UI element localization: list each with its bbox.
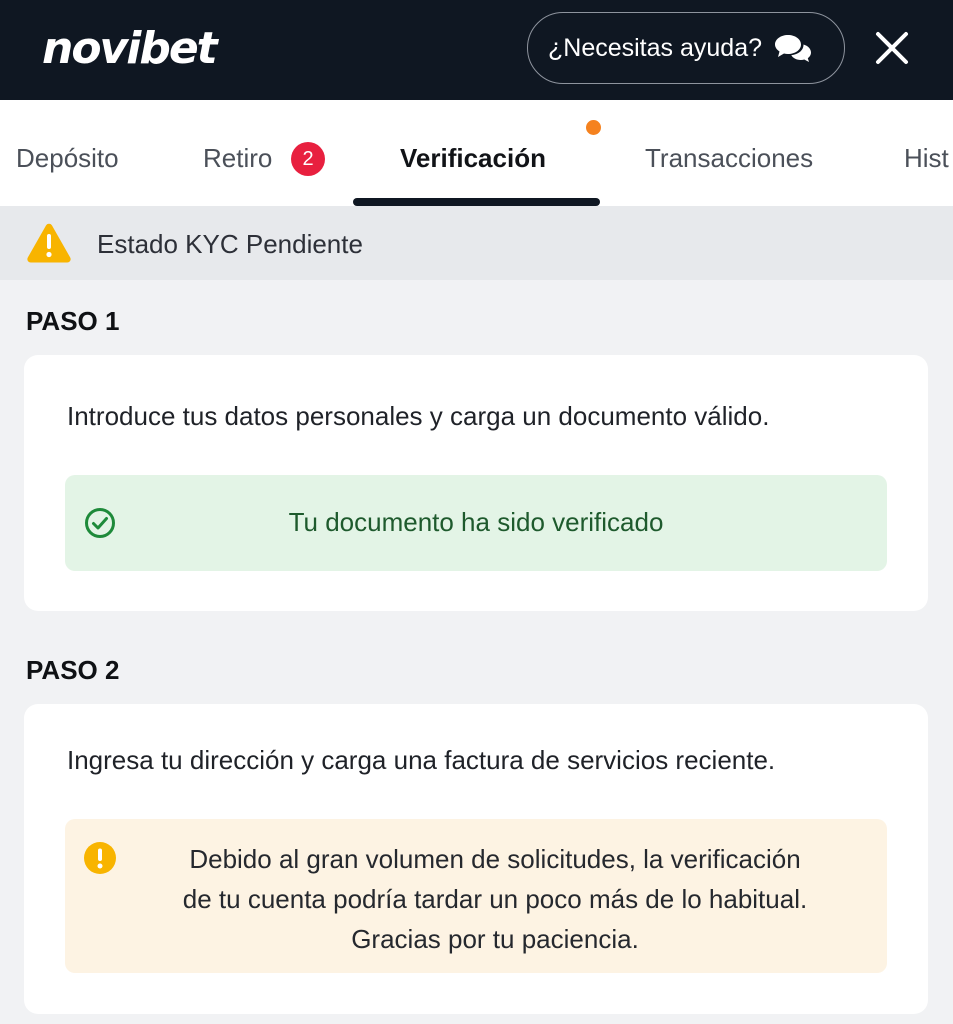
- retiro-count-badge: 2: [291, 142, 325, 176]
- warning-icon: [26, 222, 72, 269]
- step-1-card: Introduce tus datos personales y carga u…: [24, 355, 928, 611]
- document-verified-text: Tu documento ha sido verificado: [288, 507, 664, 537]
- help-button[interactable]: ¿Necesitas ayuda?: [527, 12, 845, 84]
- delay-notice-banner: Debido al gran volumen de solicitudes, l…: [65, 819, 887, 973]
- close-button[interactable]: [870, 26, 914, 70]
- kyc-status-bar: Estado KYC Pendiente: [0, 206, 953, 280]
- chat-bubbles-icon: [774, 33, 812, 63]
- tab-bar: Depósito Retiro 2 Verificación Transacci…: [0, 100, 953, 206]
- notice-line: Debido al gran volumen de solicitudes, l…: [189, 844, 801, 874]
- step-1-description: Introduce tus datos personales y carga u…: [67, 401, 770, 431]
- tab-deposito[interactable]: Depósito: [16, 140, 119, 176]
- kyc-status-text: Estado KYC Pendiente: [97, 229, 363, 259]
- tab-transacciones[interactable]: Transacciones: [645, 140, 813, 176]
- notification-dot: [586, 120, 601, 135]
- help-button-label: ¿Necesitas ayuda?: [548, 33, 763, 62]
- top-bar: novibet ¿Necesitas ayuda?: [0, 0, 953, 100]
- step-2-description: Ingresa tu dirección y carga una factura…: [67, 745, 776, 775]
- tab-retiro[interactable]: Retiro: [203, 140, 272, 176]
- step-2-card: Ingresa tu dirección y carga una factura…: [24, 704, 928, 1014]
- close-icon: [876, 32, 908, 64]
- step-2-title: PASO 2: [26, 655, 120, 685]
- tab-historial[interactable]: Hist: [904, 140, 949, 176]
- delay-notice-text: Debido al gran volumen de solicitudes, l…: [103, 839, 887, 959]
- notice-line: Gracias por tu paciencia.: [351, 924, 639, 954]
- step-1-title: PASO 1: [26, 306, 120, 336]
- active-tab-indicator: [353, 198, 600, 206]
- tab-verificacion[interactable]: Verificación: [400, 140, 546, 176]
- novibet-logo[interactable]: novibet: [42, 22, 218, 76]
- document-verified-banner: Tu documento ha sido verificado: [65, 475, 887, 571]
- notice-line: de tu cuenta podría tardar un poco más d…: [182, 884, 808, 914]
